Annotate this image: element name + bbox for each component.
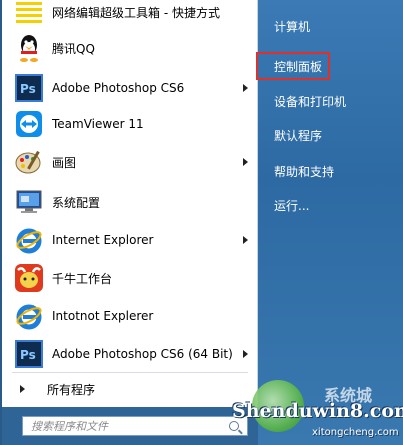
toolbox-icon <box>12 0 46 29</box>
program-label: 画图 <box>52 155 77 170</box>
program-item-paint[interactable]: 画图 <box>2 142 258 182</box>
start-menu: 网络编辑超级工具箱 - 快捷方式 腾讯QQ Ps Adobe Photoshop… <box>0 0 403 445</box>
program-item-system-config[interactable]: 系统配置 <box>2 182 258 222</box>
menu-item-label: 计算机 <box>274 19 311 34</box>
program-label: TeamViewer 11 <box>52 117 144 131</box>
photoshop-icon: Ps <box>12 337 46 371</box>
system-config-icon <box>12 185 46 219</box>
divider <box>12 372 248 373</box>
program-item-internet-explorer-2[interactable]: Intotnot Explerer <box>2 296 258 336</box>
submenu-arrow-icon[interactable] <box>243 236 248 244</box>
qq-penguin-icon <box>12 31 46 65</box>
menu-item-label: 默认程序 <box>274 128 323 143</box>
svg-text:Ps: Ps <box>20 82 36 96</box>
program-item-internet-explorer[interactable]: Internet Explorer <box>2 220 258 260</box>
all-programs-label: 所有程序 <box>47 382 96 397</box>
highlight-box <box>256 52 330 80</box>
search-input[interactable]: 搜索程序和文件 <box>22 416 248 436</box>
program-item-qq[interactable]: 腾讯QQ <box>2 28 258 68</box>
all-programs-arrow-icon <box>20 385 25 393</box>
program-label: Intotnot Explerer <box>52 309 154 323</box>
submenu-arrow-icon[interactable] <box>243 84 248 92</box>
internet-explorer-icon <box>12 299 46 333</box>
program-label: 千牛工作台 <box>52 271 113 286</box>
svg-text:Ps: Ps <box>20 348 36 362</box>
menu-item-default-programs[interactable]: 默认程序 <box>272 124 322 146</box>
watermark-sub-text: xitongcheng.com <box>312 427 399 438</box>
programs-pane: 网络编辑超级工具箱 - 快捷方式 腾讯QQ Ps Adobe Photoshop… <box>2 0 258 407</box>
qianniu-icon <box>12 261 46 295</box>
program-label: 网络编辑超级工具箱 - 快捷方式 <box>52 5 220 20</box>
program-item-teamviewer[interactable]: TeamViewer 11 <box>2 104 258 144</box>
menu-item-run[interactable]: 运行... <box>272 194 309 216</box>
menu-item-devices-printers[interactable]: 设备和打印机 <box>272 90 346 112</box>
program-item-qianniu[interactable]: 千牛工作台 <box>2 258 258 298</box>
program-label: Internet Explorer <box>52 233 154 247</box>
menu-item-label: 运行... <box>274 198 310 213</box>
menu-item-label: 设备和打印机 <box>274 94 347 109</box>
menu-item-help-support[interactable]: 帮助和支持 <box>272 160 334 182</box>
program-label: 腾讯QQ <box>52 41 95 56</box>
photoshop-icon: Ps <box>12 71 46 105</box>
submenu-arrow-icon[interactable] <box>243 350 248 358</box>
teamviewer-icon <box>12 107 46 141</box>
paint-palette-icon <box>12 145 46 179</box>
program-label: Adobe Photoshop CS6 <box>52 81 185 95</box>
submenu-arrow-icon[interactable] <box>243 158 248 166</box>
watermark-main-text: Shenduwin8.com <box>232 400 403 422</box>
search-placeholder: 搜索程序和文件 <box>31 420 108 433</box>
program-label: 系统配置 <box>52 195 101 210</box>
menu-item-computer[interactable]: 计算机 <box>272 15 310 37</box>
program-item-photoshop-64[interactable]: Ps Adobe Photoshop CS6 (64 Bit) <box>2 334 258 374</box>
internet-explorer-icon <box>12 223 46 257</box>
program-label: Adobe Photoshop CS6 (64 Bit) <box>52 347 233 361</box>
all-programs-button[interactable]: 所有程序 <box>2 377 258 401</box>
watermark: 系统城 Shenduwin8.com xitongcheng.com <box>232 378 403 445</box>
program-item-photoshop[interactable]: Ps Adobe Photoshop CS6 <box>2 68 258 108</box>
menu-item-label: 帮助和支持 <box>274 164 335 179</box>
